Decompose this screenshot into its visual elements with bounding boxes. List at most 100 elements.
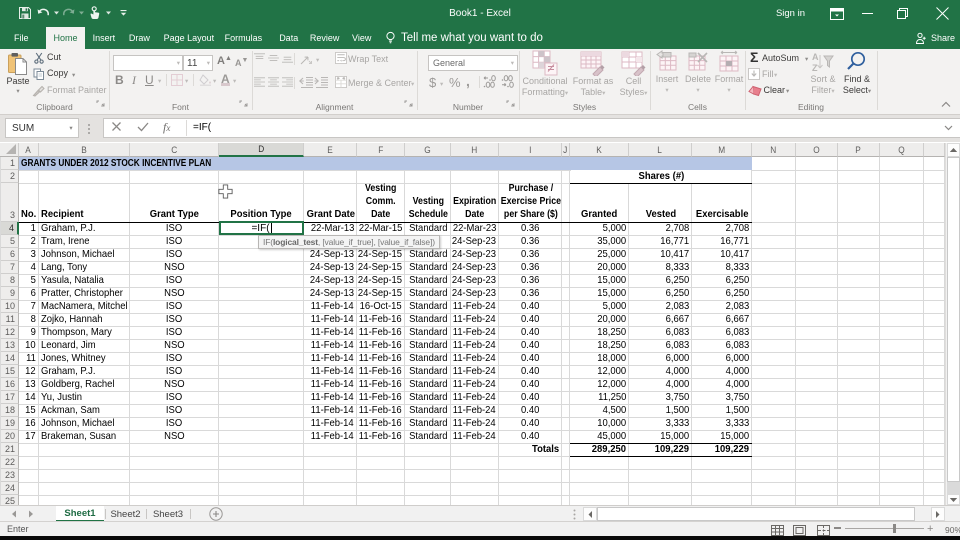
decrease-indent-icon[interactable] [299,77,313,88]
data-cell[interactable]: NSO [130,339,219,351]
undo-icon[interactable] [36,2,51,24]
editing-cell-D4[interactable]: =IF( [219,221,304,235]
data-cell[interactable]: 2,083 [629,300,692,312]
data-cell[interactable]: ISO [130,404,219,416]
data-cell[interactable]: Standard [405,274,451,286]
undo-dropdown-icon[interactable] [51,2,61,24]
column-header-L[interactable]: L [629,143,692,157]
save-icon[interactable] [14,2,36,24]
data-cell[interactable]: 6 [19,287,39,299]
tab-scrollbar-splitter[interactable] [572,509,577,520]
data-cell[interactable]: 11-Feb-16 [357,378,405,390]
data-cell[interactable]: Graham, P.J. [39,222,130,234]
data-cell[interactable]: Standard [405,352,451,364]
data-cell[interactable]: ISO [130,352,219,364]
orientation-icon[interactable] [300,53,313,65]
row-header-14[interactable]: 14 [0,352,19,365]
data-cell[interactable]: 11-Feb-14 [304,430,357,442]
insert-function-icon[interactable]: fx [163,120,170,135]
row-header-2[interactable]: 2 [0,170,19,183]
column-header-M[interactable]: M [692,143,752,157]
data-cell[interactable]: 18,250 [570,339,629,351]
decrease-decimal-icon[interactable] [501,75,515,88]
font-size-combo[interactable]: 11 ▾ [183,55,213,71]
data-cell[interactable]: 11-Feb-24 [451,430,499,442]
data-cell[interactable]: 8,333 [692,261,752,273]
font-dialog-launcher-icon[interactable] [239,100,249,110]
number-format-combo[interactable]: General ▾ [428,55,518,71]
fill-color-icon[interactable] [199,74,212,86]
column-header-I[interactable]: I [499,143,562,157]
data-cell[interactable]: 1,500 [692,404,752,416]
column-header-B[interactable]: B [39,143,130,157]
cut-button[interactable]: Cut [47,52,61,62]
column-header-D[interactable]: D [219,143,304,157]
data-cell[interactable]: 11-Feb-16 [357,326,405,338]
next-sheet-icon[interactable] [28,510,36,518]
data-cell[interactable]: 25,000 [570,248,629,260]
data-cell[interactable]: NSO [130,261,219,273]
data-cell[interactable]: 35,000 [570,235,629,247]
data-cell[interactable]: 0.40 [499,326,562,338]
data-cell[interactable]: 2 [19,235,39,247]
row-header-4[interactable]: 4 [0,222,19,235]
data-cell[interactable]: Standard [405,287,451,299]
data-cell[interactable]: 0.36 [499,248,562,260]
data-cell[interactable]: 11-Feb-14 [304,404,357,416]
copy-button[interactable]: Copy [47,68,68,78]
data-cell[interactable]: 11-Feb-16 [357,430,405,442]
data-cell[interactable]: Zojko, Hannah [39,313,130,325]
sheet-tab-sheet2[interactable]: Sheet2 [105,506,146,522]
data-cell[interactable]: Standard [405,404,451,416]
data-cell[interactable]: 3,333 [629,417,692,429]
zoom-slider-thumb[interactable] [893,524,896,533]
data-cell[interactable]: 4,000 [629,365,692,377]
align-bottom-icon[interactable] [282,53,293,63]
merge-center-dropdown-icon[interactable]: ▾ [411,80,414,88]
data-cell[interactable]: 10,417 [692,248,752,260]
close-icon[interactable] [924,0,960,27]
data-cell[interactable]: 1 [19,222,39,234]
underline-dropdown-icon[interactable]: ▾ [158,77,161,85]
data-cell[interactable]: 14 [19,391,39,403]
data-cell[interactable]: 11,250 [570,391,629,403]
redo-dropdown-icon[interactable] [76,2,86,24]
align-center-icon[interactable] [268,77,279,87]
normal-view-icon[interactable] [768,524,786,536]
data-cell[interactable]: 11 [19,352,39,364]
fill-button[interactable]: Fill [762,69,774,79]
data-cell[interactable]: 6,083 [692,339,752,351]
data-cell[interactable]: 11-Feb-14 [304,313,357,325]
data-cell[interactable]: Standard [405,391,451,403]
data-cell[interactable]: 6,250 [629,274,692,286]
data-cell[interactable]: Yasula, Natalia [39,274,130,286]
data-cell[interactable]: Standard [405,417,451,429]
page-break-view-icon[interactable] [814,524,832,536]
header-cell[interactable]: Recipient [39,183,130,222]
data-cell[interactable]: 11-Feb-14 [304,391,357,403]
column-header-Q[interactable]: Q [880,143,924,157]
data-cell[interactable]: 16,771 [692,235,752,247]
data-cell[interactable]: 17 [19,430,39,442]
data-cell[interactable]: Ackman, Sam [39,404,130,416]
data-cell[interactable]: 4,000 [692,365,752,377]
data-cell[interactable]: 16-Oct-15 [357,300,405,312]
insert-cells-button[interactable]: Insert ▾ [652,50,682,94]
data-cell[interactable]: 7 [19,300,39,312]
data-cell[interactable]: 0.40 [499,391,562,403]
data-cell[interactable]: ISO [130,300,219,312]
header-cell[interactable]: Vested [629,183,692,222]
header-cell[interactable]: Grant Type [130,183,219,222]
data-cell[interactable]: 22-Mar-13 [304,222,357,234]
data-cell[interactable]: 2,083 [692,300,752,312]
column-header-K[interactable]: K [570,143,629,157]
data-cell[interactable]: 6,667 [692,313,752,325]
data-cell[interactable]: 0.40 [499,313,562,325]
sign-in-link[interactable]: Sign in [776,8,805,19]
zoom-out-icon[interactable] [834,527,841,529]
accounting-format-icon[interactable]: $ [429,75,436,90]
data-cell[interactable]: 24-Sep-15 [357,287,405,299]
row-header-13[interactable]: 13 [0,339,19,352]
horizontal-scroll-thumb[interactable] [597,507,915,521]
data-cell[interactable]: Standard [405,339,451,351]
